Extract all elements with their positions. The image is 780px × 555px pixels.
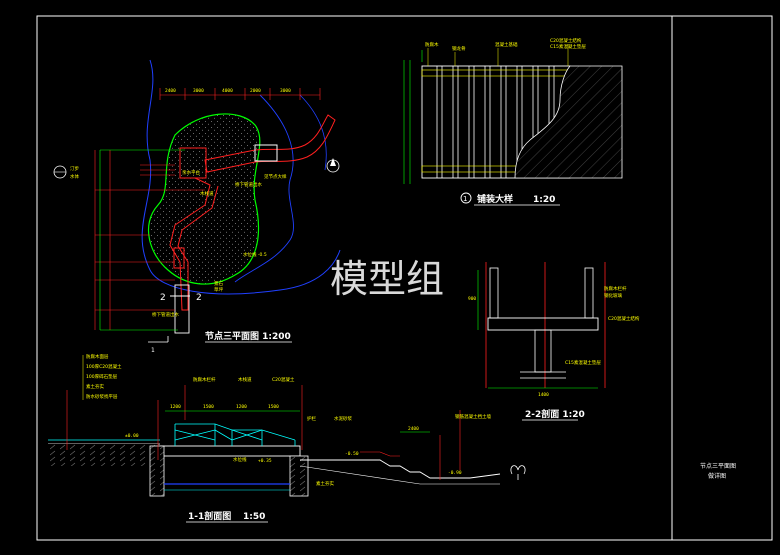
section22-dim: 900	[468, 296, 476, 302]
plan-view: 2400 3000 4000 2000 3000 2 2 1 亲水平台 桥下管道…	[53, 59, 341, 354]
section11-level: +0.35	[258, 458, 272, 464]
section22-label: C15素混凝土垫层	[565, 359, 601, 366]
plan-dim-top: 3000	[193, 88, 204, 94]
plan-label-lawn: 草坪	[214, 286, 223, 293]
plan-label-deck: 亲水平台	[182, 169, 200, 176]
section11-level: -0.90	[448, 470, 462, 476]
section11-level: -0.50	[345, 451, 359, 457]
section11-dim: 1200	[236, 404, 247, 410]
section11-label: 水位线	[233, 456, 247, 463]
watermark: 模型组	[330, 257, 444, 301]
section11-dim: 1200	[170, 404, 181, 410]
section22-label: 钢化玻璃	[604, 292, 622, 299]
title-block: 节点三平面图 做详图	[700, 462, 736, 480]
plan-label-level: 水位线 -0.5	[243, 251, 267, 258]
plan-label-bridge: 桥下管道出水	[235, 181, 262, 188]
section-cut-label: 2	[160, 293, 166, 303]
paving-scale: 1:20	[533, 195, 555, 205]
plan-title: 节点三平面图 1:200	[205, 330, 291, 342]
section11-dim: 1500	[203, 404, 214, 410]
section11-layer: 100厚碎石垫层	[86, 373, 118, 380]
section11-title: 1-1剖面图	[188, 510, 231, 522]
bridge-railing	[174, 423, 296, 446]
plan-label-path: 汀步	[70, 165, 79, 172]
section-mark-1	[148, 336, 169, 343]
title-block-line2: 做详图	[708, 472, 726, 480]
lawn-area	[147, 113, 261, 285]
paving-title: 铺装大样	[477, 193, 513, 205]
section-2-2: 900 1400 防腐木栏杆 钢化玻璃 C20混凝土结构 C15素混凝土垫层 2…	[468, 262, 640, 421]
section-cut-label: 2	[196, 293, 202, 303]
section-1-1: 1200 1500 1200 1500 2400 ±0.00 -0.50 +0.…	[48, 353, 526, 523]
section11-label: 素土夯实	[316, 480, 334, 487]
plan-label-wood: 木栈道	[200, 190, 214, 197]
plan-dim-top: 4000	[222, 88, 233, 94]
plan-dim-top: 2000	[250, 88, 261, 94]
section11-layer: 100厚C20混凝土	[86, 363, 122, 370]
section22-dim: 1400	[538, 392, 549, 398]
plan-label-rock: 景石	[214, 281, 223, 287]
paving-stone-area	[514, 65, 623, 179]
section11-layer: 防腐木面层	[86, 353, 109, 360]
section11-label: 防腐木栏杆	[193, 376, 216, 383]
steps	[300, 459, 501, 479]
plan-dim-top: 3000	[280, 88, 291, 94]
section11-label: 水泥砂浆	[334, 415, 352, 422]
section11-dim: 2400	[408, 426, 419, 432]
section22-title: 2-2剖面 1:20	[525, 408, 585, 420]
section22-label: 防腐木栏杆	[604, 285, 627, 292]
plan-label-bridge2: 桥下管道出水	[152, 311, 179, 318]
section11-label: 钢筋混凝土挡土墙	[455, 413, 491, 420]
section11-level: ±0.00	[125, 433, 139, 439]
section11-layer: 素土夯实	[86, 383, 104, 390]
section-mark-label: 1	[151, 347, 155, 354]
plan-label-water: 水体	[70, 173, 79, 180]
plan-dims-top	[159, 88, 321, 100]
plan-label-detail: 见节点大样	[264, 173, 287, 180]
contour-line	[299, 94, 327, 171]
section11-label: 木栈道	[238, 376, 252, 383]
paving-marker: 1	[463, 195, 467, 203]
section11-label: C20混凝土	[272, 376, 295, 383]
paving-label: 防腐木	[425, 41, 439, 48]
paving-label: 混凝土基础	[495, 41, 518, 48]
plan-dim-top: 2400	[165, 88, 176, 94]
section11-layer: 防水砂浆找平层	[86, 393, 118, 400]
cad-drawing-canvas: 节点三平面图 做详图 2400 3000 4000 2000 3000 2 2 …	[36, 15, 773, 541]
section22-label: C20混凝土结构	[608, 315, 640, 322]
section11-label: 护栏	[307, 415, 316, 422]
title-block-line1: 节点三平面图	[700, 462, 736, 470]
paving-label: C20混凝土结构	[550, 37, 582, 44]
section11-scale: 1:50	[243, 512, 265, 522]
section11-dim: 1500	[268, 404, 279, 410]
paving-detail: 防腐木 钢龙骨 混凝土基础 C20混凝土结构 C15素混凝土垫层 1 铺装大样 …	[403, 37, 623, 206]
shrub-icon	[510, 465, 526, 480]
paving-label: 钢龙骨	[452, 45, 466, 52]
paving-label: C15素混凝土垫层	[550, 43, 586, 50]
